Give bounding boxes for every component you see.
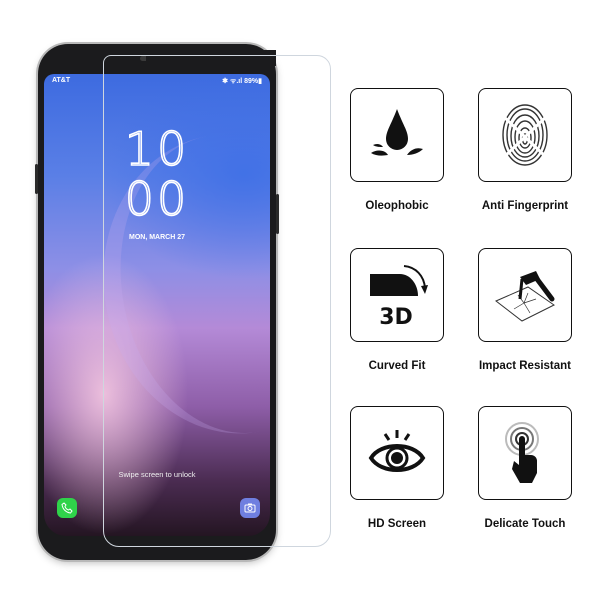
phone-app-button[interactable]	[57, 498, 77, 518]
feature-impact-resistant: Impact Resistant	[475, 248, 575, 372]
volume-button	[35, 164, 38, 194]
screen-protector-outline	[103, 55, 331, 547]
curved-3d-icon: 3D	[370, 265, 428, 328]
touch-finger-icon	[505, 422, 539, 483]
phone-icon	[61, 502, 73, 514]
feature-label: Oleophobic	[365, 200, 429, 212]
feature-label: Curved Fit	[368, 360, 426, 372]
feature-icon-box	[478, 248, 572, 342]
feature-label: Delicate Touch	[484, 518, 566, 530]
feature-icon-box	[350, 406, 444, 500]
oil-drop-icon	[371, 109, 423, 156]
feature-label: Impact Resistant	[478, 360, 572, 372]
feature-delicate-touch: Delicate Touch	[475, 406, 575, 530]
feature-label: Anti Fingerprint	[481, 200, 569, 212]
feature-hd-screen: HD Screen	[347, 406, 447, 530]
3d-text: 3D	[379, 305, 413, 328]
fingerprint-icon	[501, 104, 549, 166]
feature-curved-fit: 3D Curved Fit	[347, 248, 447, 372]
feature-label: HD Screen	[367, 518, 427, 530]
eye-icon	[368, 430, 426, 472]
feature-icon-box	[478, 406, 572, 500]
feature-icon-box: 3D	[350, 248, 444, 342]
hammer-glass-icon	[495, 271, 555, 322]
feature-anti-fingerprint: Anti Fingerprint	[475, 88, 575, 212]
feature-icon-box	[350, 88, 444, 182]
feature-icon-box	[478, 88, 572, 182]
carrier-label: AT&T	[52, 77, 71, 84]
feature-oleophobic: Oleophobic	[347, 88, 447, 212]
